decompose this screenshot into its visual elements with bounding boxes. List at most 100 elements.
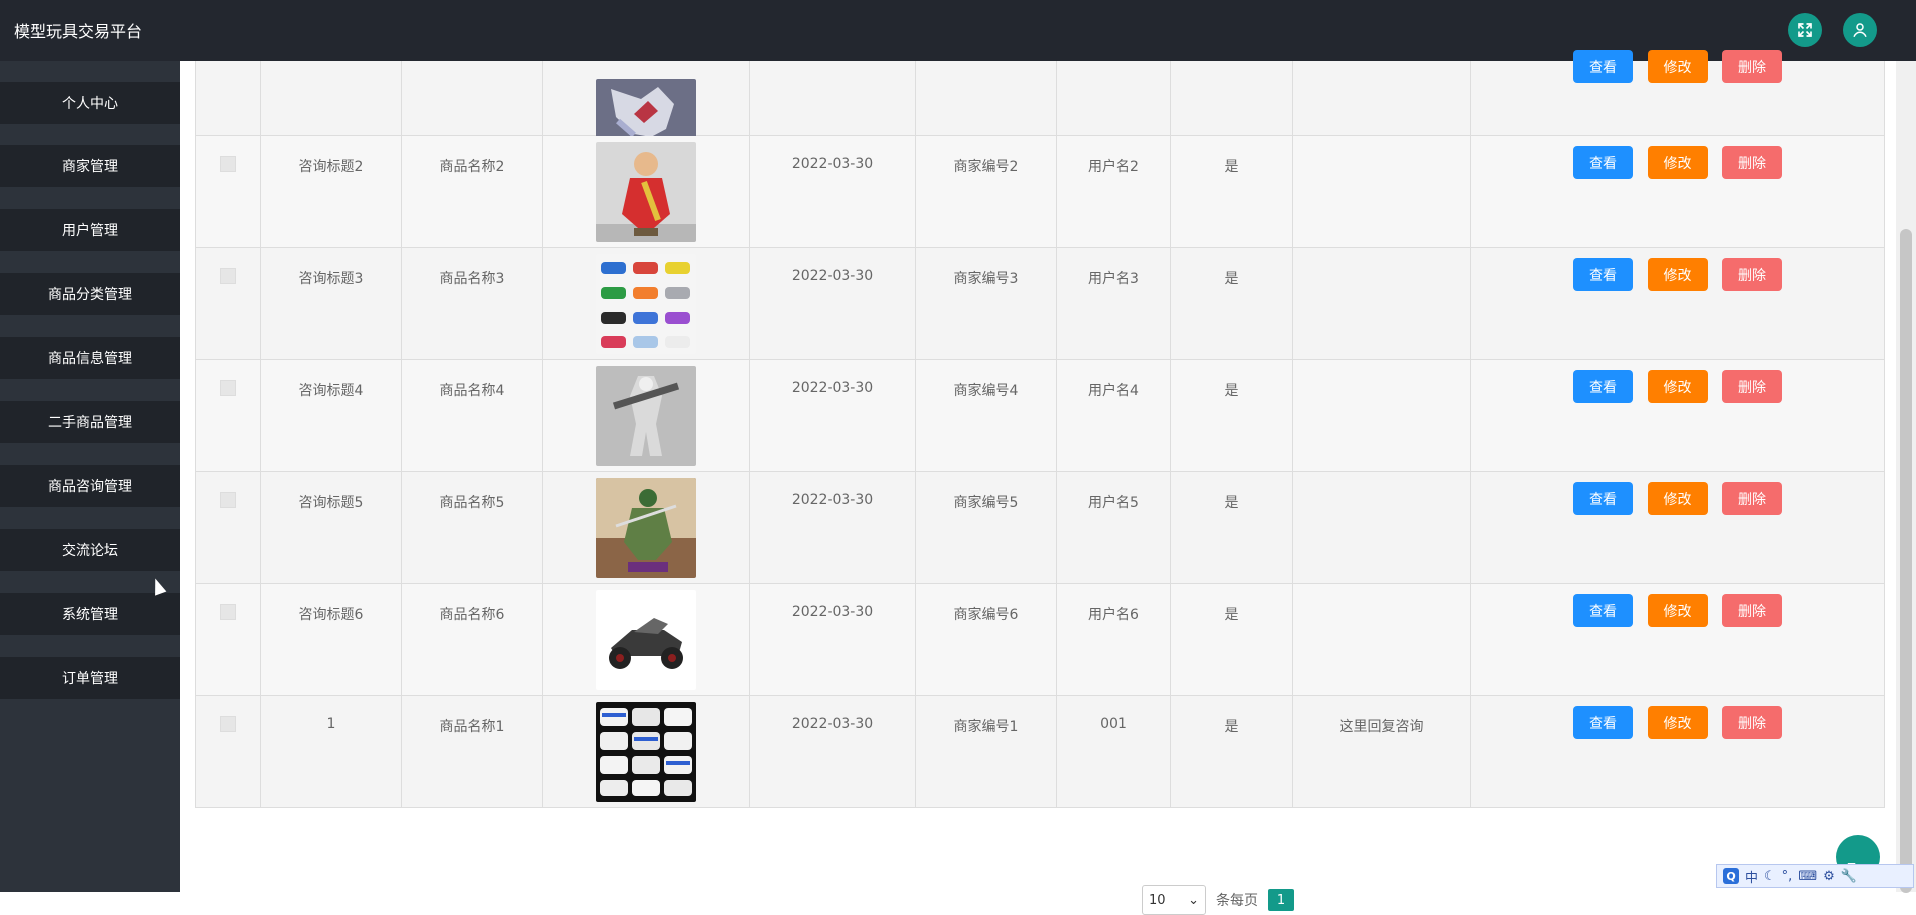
delete-button[interactable]: 删除 (1721, 146, 1782, 179)
chevron-down-icon: ⌄ (1188, 892, 1199, 908)
replied-cell: 是 (1171, 136, 1293, 247)
row-checkbox[interactable] (220, 716, 236, 732)
replied-cell: 是 (1171, 248, 1293, 359)
actions-cell: 查看 修改 删除 (1471, 50, 1884, 135)
date-cell (750, 61, 916, 135)
replied-cell (1171, 61, 1293, 135)
sidebar-item-order-management[interactable]: 订单管理 (0, 657, 180, 699)
merchant-cell (916, 61, 1057, 135)
table-row: 1 商品名称1 2022-03-30 商家编号1 001 是 这里回复咨询 查看… (196, 696, 1884, 808)
delete-button[interactable]: 删除 (1721, 594, 1782, 627)
row-checkbox-cell (196, 472, 261, 583)
ime-toolbar[interactable]: Q 中 ☾ °, ⌨ ⚙ 🔧 (1716, 864, 1914, 888)
product-cell: 商品名称6 (402, 584, 543, 695)
row-checkbox[interactable] (220, 156, 236, 172)
product-cell: 商品名称2 (402, 136, 543, 247)
edit-button[interactable]: 修改 (1647, 258, 1708, 291)
image-cell (543, 472, 750, 583)
sidebar-item-forum[interactable]: 交流论坛 (0, 529, 180, 571)
edit-button[interactable]: 修改 (1647, 706, 1708, 739)
table-row: 查看 修改 删除 (196, 50, 1884, 147)
image-cell (543, 696, 750, 807)
edit-button[interactable]: 修改 (1647, 50, 1708, 83)
punctuation-indicator[interactable]: °, (1782, 869, 1793, 884)
replied-cell: 是 (1171, 472, 1293, 583)
sidebar-item-consultation-management[interactable]: 商品咨询管理 (0, 465, 180, 507)
delete-button[interactable]: 删除 (1721, 258, 1782, 291)
settings-icon[interactable]: ⚙ (1823, 869, 1835, 884)
view-button[interactable]: 查看 (1573, 370, 1634, 403)
view-button[interactable]: 查看 (1573, 482, 1634, 515)
sidebar-item-user-management[interactable]: 用户管理 (0, 209, 180, 251)
page-1-button[interactable]: 1 (1268, 889, 1294, 911)
user-button[interactable] (1843, 13, 1877, 47)
reply-cell: 这里回复咨询 (1293, 696, 1471, 807)
actions-cell: 查看 修改 删除 (1471, 584, 1884, 695)
sidebar-item-profile[interactable]: 个人中心 (0, 82, 180, 124)
pagination: 10 ⌄ 条每页 1 (1142, 885, 1294, 915)
product-image (596, 702, 696, 802)
user-cell: 用户名3 (1057, 248, 1171, 359)
title-cell (261, 61, 402, 135)
ime-language[interactable]: 中 (1745, 867, 1758, 886)
delete-button[interactable]: 删除 (1721, 482, 1782, 515)
actions-cell: 查看 修改 删除 (1471, 136, 1884, 247)
row-checkbox[interactable] (220, 268, 236, 284)
title-cell: 咨询标题6 (261, 584, 402, 695)
sidebar-item-product-management[interactable]: 商品信息管理 (0, 337, 180, 379)
sidebar-item-merchant-management[interactable]: 商家管理 (0, 145, 180, 187)
table-row: 咨询标题2 商品名称2 2022-03-30 商家编号2 用户名2 是 查看 修… (196, 136, 1884, 248)
product-image (596, 590, 696, 690)
tool-icon[interactable]: 🔧 (1841, 869, 1857, 884)
replied-cell: 是 (1171, 584, 1293, 695)
reply-cell (1293, 61, 1471, 135)
moon-icon[interactable]: ☾ (1764, 869, 1776, 884)
product-cell: 商品名称1 (402, 696, 543, 807)
row-checkbox[interactable] (220, 604, 236, 620)
delete-button[interactable]: 删除 (1721, 50, 1782, 83)
ime-logo-icon: Q (1723, 868, 1739, 884)
merchant-cell: 商家编号2 (916, 136, 1057, 247)
edit-button[interactable]: 修改 (1647, 370, 1708, 403)
main-content: 查看 修改 删除 咨询标题2 商品名称2 2022-03-30 商家编号2 用户… (180, 50, 1896, 915)
keyboard-icon[interactable]: ⌨ (1798, 869, 1817, 884)
page-size-value: 10 (1149, 892, 1166, 908)
edit-button[interactable]: 修改 (1647, 146, 1708, 179)
delete-button[interactable]: 删除 (1721, 706, 1782, 739)
reply-cell (1293, 248, 1471, 359)
user-cell: 001 (1057, 696, 1171, 807)
view-button[interactable]: 查看 (1573, 50, 1634, 83)
table-row: 咨询标题4 商品名称4 2022-03-30 商家编号4 用户名4 是 查看 修… (196, 360, 1884, 472)
reply-cell (1293, 584, 1471, 695)
image-cell (543, 360, 750, 471)
merchant-cell: 商家编号5 (916, 472, 1057, 583)
fullscreen-button[interactable] (1788, 13, 1822, 47)
sidebar: 个人中心 商家管理 用户管理 商品分类管理 商品信息管理 二手商品管理 商品咨询… (0, 61, 180, 892)
product-cell: 商品名称3 (402, 248, 543, 359)
view-button[interactable]: 查看 (1573, 146, 1634, 179)
merchant-cell: 商家编号6 (916, 584, 1057, 695)
view-button[interactable]: 查看 (1573, 706, 1634, 739)
date-cell: 2022-03-30 (750, 584, 916, 695)
title-cell: 咨询标题3 (261, 248, 402, 359)
view-button[interactable]: 查看 (1573, 258, 1634, 291)
user-cell: 用户名4 (1057, 360, 1171, 471)
merchant-cell: 商家编号1 (916, 696, 1057, 807)
row-checkbox[interactable] (220, 380, 236, 396)
merchant-cell: 商家编号4 (916, 360, 1057, 471)
actions-cell: 查看 修改 删除 (1471, 696, 1884, 807)
sidebar-item-secondhand-management[interactable]: 二手商品管理 (0, 401, 180, 443)
date-cell: 2022-03-30 (750, 472, 916, 583)
scrollbar[interactable] (1896, 61, 1916, 893)
delete-button[interactable]: 删除 (1721, 370, 1782, 403)
scrollbar-thumb[interactable] (1900, 229, 1912, 893)
view-button[interactable]: 查看 (1573, 594, 1634, 627)
edit-button[interactable]: 修改 (1647, 594, 1708, 627)
page-size-select[interactable]: 10 ⌄ (1142, 885, 1206, 915)
row-checkbox[interactable] (220, 492, 236, 508)
image-cell (543, 136, 750, 247)
sidebar-item-system-management[interactable]: 系统管理 (0, 593, 180, 635)
date-cell: 2022-03-30 (750, 136, 916, 247)
edit-button[interactable]: 修改 (1647, 482, 1708, 515)
sidebar-item-category-management[interactable]: 商品分类管理 (0, 273, 180, 315)
